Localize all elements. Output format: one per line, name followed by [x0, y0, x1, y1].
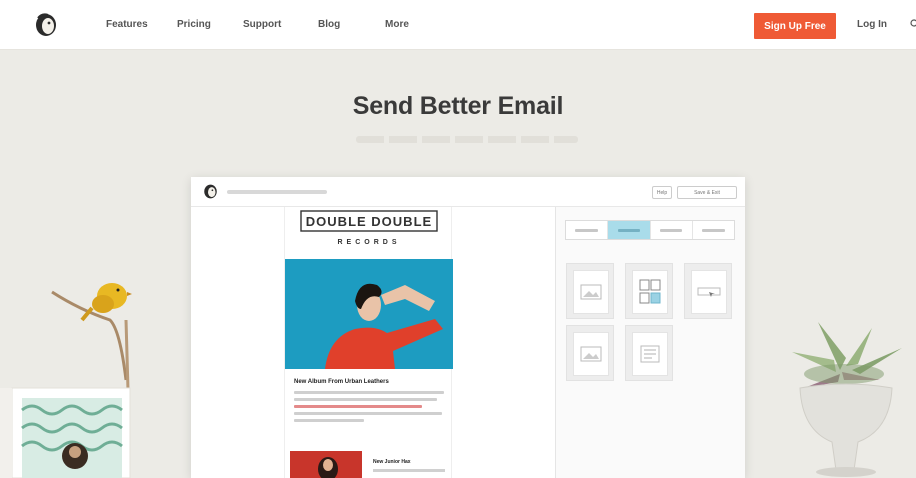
tab-preview[interactable] — [693, 221, 734, 239]
login-link[interactable]: Log In — [857, 19, 887, 30]
editor-toolbar: Help Save & Exit — [191, 177, 745, 207]
text-block[interactable] — [625, 325, 673, 381]
email-preview: DOUBLE DOUBLE RECORDS New Album From Urb… — [284, 207, 453, 478]
text-block-icon — [640, 345, 660, 363]
svg-text:RECORDS: RECORDS — [337, 239, 400, 246]
woman-portrait-icon — [325, 283, 443, 369]
email-headline: New Album From Urban Leathers — [294, 379, 389, 385]
email-editor-mockup: Help Save & Exit DOUBLE DOUBLE RECORDS N… — [191, 177, 745, 478]
nav-blog-link[interactable]: Blog — [318, 19, 340, 30]
search-icon[interactable] — [909, 19, 916, 29]
nav-support-link[interactable]: Support — [243, 19, 281, 30]
person-portrait-icon — [318, 457, 338, 478]
tab-design[interactable] — [608, 221, 651, 239]
hero-title: Send Better Email — [352, 92, 564, 120]
save-exit-button[interactable]: Save & Exit — [677, 186, 737, 199]
svg-text:DOUBLE DOUBLE: DOUBLE DOUBLE — [306, 214, 432, 229]
content-blocks-panel — [556, 207, 745, 478]
tab-comments[interactable] — [651, 221, 693, 239]
image-group-icon — [639, 279, 661, 304]
nav-features-link[interactable]: Features — [106, 19, 148, 30]
email-secondary-title: New Junior Hax — [373, 459, 411, 465]
succulent-plant-decoration — [792, 322, 902, 477]
image-block[interactable] — [566, 263, 614, 319]
help-button[interactable]: Help — [652, 186, 672, 199]
button-block-icon — [697, 287, 721, 297]
tab-content[interactable] — [566, 221, 609, 239]
top-nav: Features Pricing Support Blog More Sign … — [0, 0, 916, 50]
editor-tabs — [565, 220, 735, 240]
tab-content-label — [575, 228, 598, 232]
freddie-logo-icon — [204, 184, 217, 199]
email-secondary-photo — [290, 451, 362, 478]
image-card-icon — [580, 346, 602, 362]
email-hero-photo — [285, 259, 453, 369]
signup-button[interactable]: Sign Up Free — [754, 13, 836, 39]
email-body-text — [294, 391, 444, 426]
hero-subtitle-blur — [356, 136, 578, 143]
image-card-block[interactable] — [566, 325, 614, 381]
button-block[interactable] — [684, 263, 732, 319]
campaign-title-blur — [227, 190, 327, 194]
tab-comments-label — [659, 228, 683, 232]
bird-and-frame-decoration — [0, 283, 132, 478]
tab-preview-label — [702, 228, 725, 232]
tab-design-label — [617, 228, 641, 232]
freddie-logo-icon[interactable] — [34, 12, 58, 38]
image-group-block[interactable] — [625, 263, 673, 319]
image-block-icon — [580, 284, 602, 300]
email-secondary-text — [373, 469, 445, 472]
double-double-records-logo: DOUBLE DOUBLE RECORDS — [300, 210, 438, 246]
nav-pricing-link[interactable]: Pricing — [177, 19, 211, 30]
nav-more-link[interactable]: More — [385, 19, 409, 30]
